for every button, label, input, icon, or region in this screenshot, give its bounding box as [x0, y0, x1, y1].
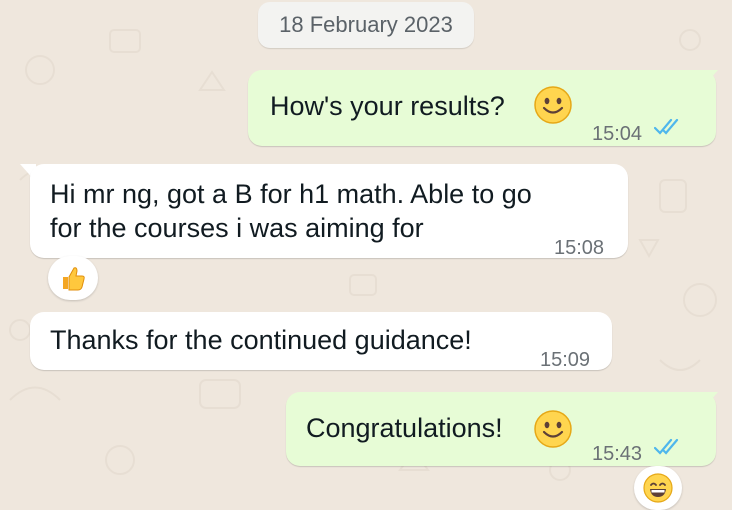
message-bubble-incoming[interactable]: Hi mr ng, got a B for h1 math. Able to g… [30, 164, 628, 259]
grinning-face-with-smiling-eyes-icon [643, 473, 673, 503]
read-receipt-icon [654, 118, 679, 135]
message-reaction[interactable] [48, 256, 98, 300]
message-reaction[interactable] [634, 466, 682, 510]
message-timestamp: 15:09 [540, 349, 591, 371]
message-text: Congratulations! [306, 413, 503, 443]
message-timestamp: 15:08 [554, 237, 605, 259]
message-timestamp: 15:43 [592, 443, 643, 465]
read-receipt-icon [654, 438, 679, 455]
message-text: Thanks for the continued guidance! [50, 325, 472, 355]
message-text-line-1: Hi mr ng, got a B for h1 math. Able to g… [50, 179, 532, 209]
message-bubble-outgoing[interactable]: Congratulations! 15:43 [286, 392, 716, 466]
message-text-line-2: for the courses i was aiming for [50, 213, 424, 243]
date-separator: 18 February 2023 [258, 2, 474, 48]
message-bubble-incoming[interactable]: Thanks for the continued guidance! 15:09 [30, 312, 612, 371]
slightly-smiling-face-icon [534, 86, 572, 124]
message-timestamp: 15:04 [592, 123, 643, 145]
date-separator-label: 18 February 2023 [279, 12, 453, 37]
message-bubble-outgoing[interactable]: How's your results? 15:04 [248, 70, 716, 146]
slightly-smiling-face-icon [534, 410, 572, 448]
message-text: How's your results? [270, 91, 505, 121]
thumbs-up-icon [63, 267, 85, 291]
